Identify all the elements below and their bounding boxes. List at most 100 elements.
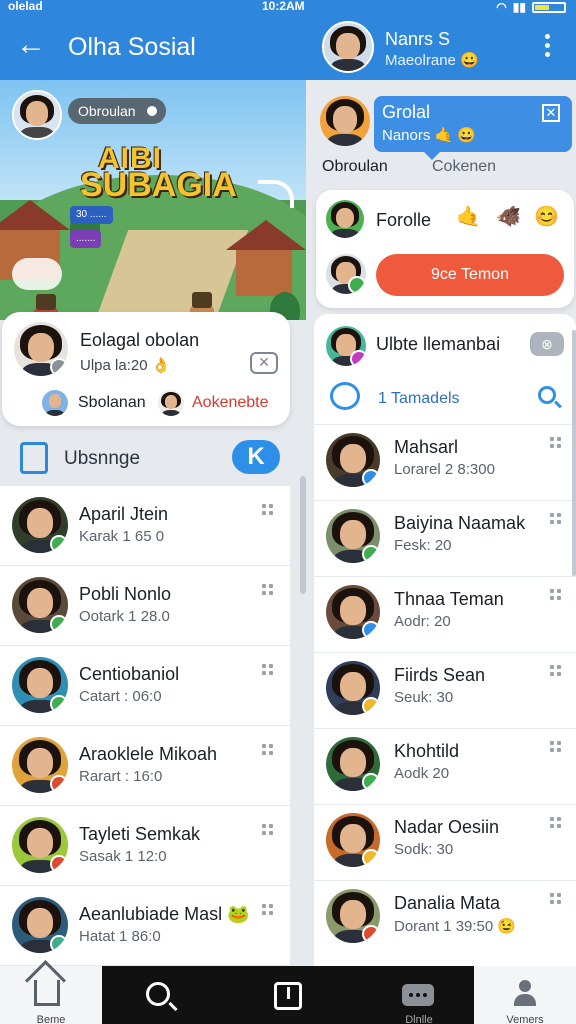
nav-label: Dlnlle xyxy=(405,1014,433,1024)
close-button[interactable]: ✕ xyxy=(250,352,278,374)
chat-icon xyxy=(402,984,434,1006)
nav-profile[interactable]: Vemers xyxy=(474,966,576,1024)
avatar[interactable] xyxy=(326,200,364,238)
signal-icon: ▮▮ xyxy=(512,0,526,14)
chat-label[interactable]: Cokenen xyxy=(432,158,496,176)
drag-handle-icon[interactable] xyxy=(550,741,562,753)
drag-handle-icon[interactable] xyxy=(550,665,562,677)
more-icon[interactable] xyxy=(540,32,554,62)
group-chat-preview[interactable]: Grolal Nanors 🤙 😀 ✕ Obroulan Cokenen xyxy=(306,80,576,180)
list-item[interactable]: Pobli Nonlo Ootark 1 28.0 xyxy=(0,566,290,646)
drag-handle-icon[interactable] xyxy=(262,584,274,596)
compose-button[interactable]: K xyxy=(232,440,280,474)
scrollbar[interactable] xyxy=(572,330,576,576)
avatar[interactable] xyxy=(326,433,380,487)
contact-name: Fiirds Sean xyxy=(394,665,486,685)
profile-sub: Ulpa la:20 👌 xyxy=(80,357,171,374)
contact-name: Centiobaniol xyxy=(79,664,180,684)
list-item[interactable]: Mahsarl Lorarel 2 8:300 xyxy=(314,424,576,500)
avatar[interactable] xyxy=(12,497,68,553)
drag-handle-icon[interactable] xyxy=(262,504,274,516)
chat-bubble[interactable]: Grolal Nanors 🤙 😀 ✕ xyxy=(374,96,572,152)
list-item[interactable]: Danalia Mata Dorant 1 39:50 😉 xyxy=(314,880,576,956)
avatar[interactable] xyxy=(322,21,374,73)
avatar[interactable] xyxy=(158,390,184,416)
profile-link[interactable]: Aokenebte xyxy=(192,394,269,412)
drag-handle-icon[interactable] xyxy=(262,904,274,916)
game-pill: 30 ...... xyxy=(70,206,113,224)
list-item[interactable]: Baiyina Naamak Fesk: 20 xyxy=(314,500,576,576)
contact-sub: Fesk: 20 xyxy=(394,537,452,554)
list-item[interactable]: Fiirds Sean Seuk: 30 xyxy=(314,652,576,728)
messages-header: Ubsnnge K xyxy=(0,432,296,484)
document-icon[interactable] xyxy=(20,442,48,474)
list-item[interactable]: Aparil Jtein Karak 1 65 0 xyxy=(0,486,290,566)
list-item[interactable]: Nadar Oesiin Sodk: 30 xyxy=(314,804,576,880)
avatar[interactable] xyxy=(12,817,68,873)
panel-subtitle[interactable]: 1 Tamadels xyxy=(378,390,460,408)
list-item[interactable]: Tayleti Semkak Sasak 1 12:0 xyxy=(0,806,290,886)
reaction-icon[interactable]: 🐗 xyxy=(496,204,521,229)
profile-card[interactable]: Eolagal obolan Ulpa la:20 👌 ✕ Sbolanan A… xyxy=(2,312,290,426)
panel-action-button[interactable]: ⊗ xyxy=(530,332,564,356)
game-post-card[interactable]: Obroulan AIBI SUBAGIA 30 ...... ....... xyxy=(0,80,306,320)
back-button[interactable]: ← xyxy=(14,28,48,62)
avatar[interactable] xyxy=(326,661,380,715)
avatar[interactable] xyxy=(42,390,68,416)
drag-handle-icon[interactable] xyxy=(262,824,274,836)
reaction-icon[interactable]: 😊 xyxy=(534,204,559,229)
nav-search[interactable] xyxy=(102,966,214,1024)
game-tag[interactable]: Obroulan xyxy=(68,98,166,124)
controller-icon[interactable] xyxy=(12,258,62,290)
user-name[interactable]: Nanrs S xyxy=(385,29,450,50)
reaction-icon[interactable]: 🤙 xyxy=(456,204,481,229)
avatar[interactable] xyxy=(12,90,62,140)
contact-sub: Karak 1 65 0 xyxy=(79,528,165,545)
drag-handle-icon[interactable] xyxy=(550,437,562,449)
avatar[interactable] xyxy=(326,889,380,943)
list-item[interactable]: Aeanlubiade Masl 🐸 Hatat 1 86:0 xyxy=(0,886,290,966)
nav-chat[interactable]: Dlnlle xyxy=(364,966,474,1024)
search-icon[interactable] xyxy=(538,386,556,404)
avatar[interactable] xyxy=(326,326,366,366)
contact-name: Thnaa Teman xyxy=(394,589,504,609)
avatar[interactable] xyxy=(14,322,68,376)
drag-handle-icon[interactable] xyxy=(550,589,562,601)
nav-home[interactable]: Beme xyxy=(0,966,102,1024)
close-icon[interactable]: ✕ xyxy=(542,104,560,122)
scrollbar[interactable] xyxy=(300,476,306,594)
avatar[interactable] xyxy=(326,585,380,639)
nav-post[interactable] xyxy=(214,966,364,1024)
search-icon xyxy=(146,982,170,1006)
avatar[interactable] xyxy=(12,657,68,713)
avatar[interactable] xyxy=(326,813,380,867)
drag-handle-icon[interactable] xyxy=(262,744,274,756)
contact-sub: Dorant 1 39:50 😉 xyxy=(394,918,517,935)
contact-sub: Aodk 20 xyxy=(394,765,450,782)
contact-name: Tayleti Semkak xyxy=(79,824,201,844)
chat-label[interactable]: Obroulan xyxy=(322,158,388,176)
drag-handle-icon[interactable] xyxy=(262,664,274,676)
avatar[interactable] xyxy=(326,509,380,563)
contact-name: Baiyina Naamak xyxy=(394,513,526,533)
wifi-icon: ◠ xyxy=(496,0,507,14)
drag-handle-icon[interactable] xyxy=(550,513,562,525)
add-friend-button[interactable]: 9ce Temon xyxy=(376,254,564,296)
avatar[interactable] xyxy=(320,96,370,146)
avatar[interactable] xyxy=(326,254,366,294)
drag-handle-icon[interactable] xyxy=(550,817,562,829)
avatar[interactable] xyxy=(12,897,68,953)
profile-link[interactable]: Sbolanan xyxy=(78,394,146,412)
list-item[interactable]: Araoklele Mikoah Rarart : 16:0 xyxy=(0,726,290,806)
avatar[interactable] xyxy=(12,577,68,633)
avatar[interactable] xyxy=(326,737,380,791)
carrier-label: olelad xyxy=(8,0,43,13)
list-item[interactable]: Khohtild Aodk 20 xyxy=(314,728,576,804)
list-item[interactable]: Thnaa Teman Aodr: 20 xyxy=(314,576,576,652)
chat-icon[interactable] xyxy=(330,382,360,410)
avatar[interactable] xyxy=(12,737,68,793)
profile-icon xyxy=(514,980,536,1010)
list-item[interactable]: Centiobaniol Catart : 06:0 xyxy=(0,646,290,726)
user-status: Maeolrane 😀 xyxy=(385,52,479,69)
drag-handle-icon[interactable] xyxy=(550,893,562,905)
